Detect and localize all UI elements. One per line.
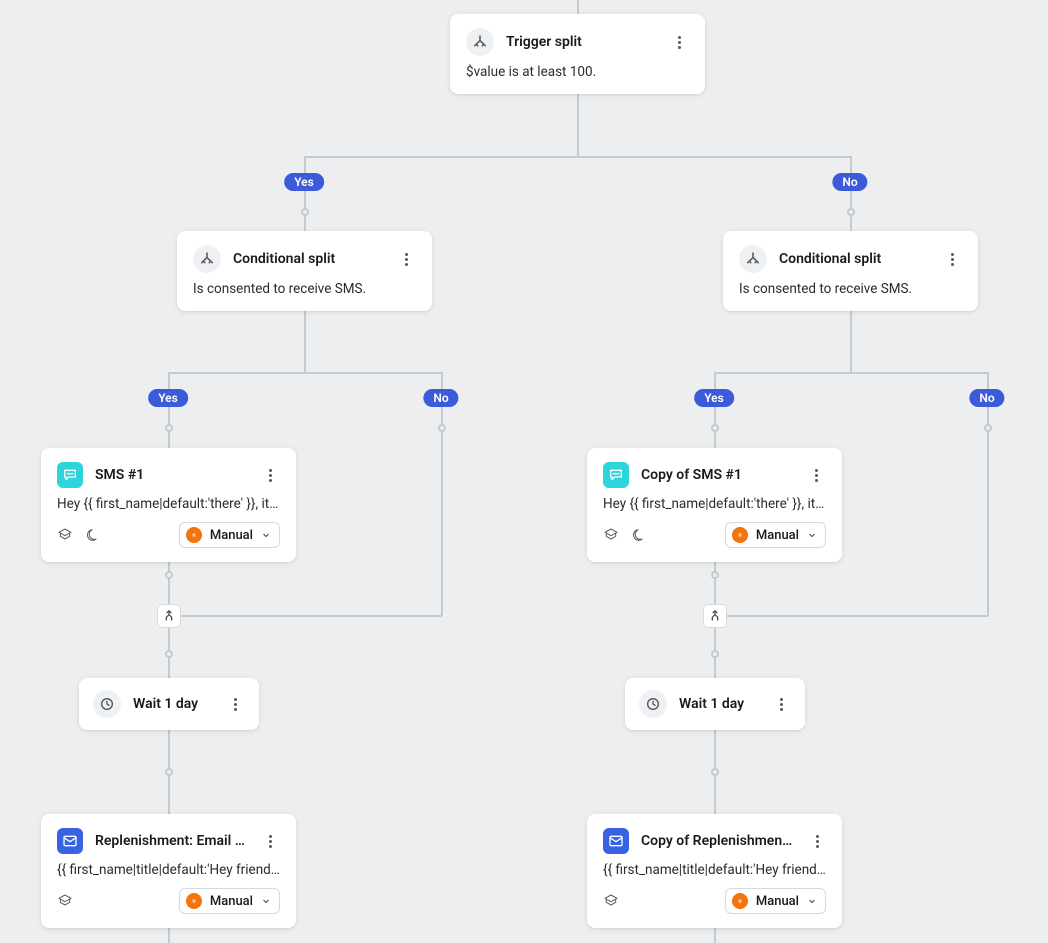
node-menu-button[interactable] xyxy=(809,831,826,851)
node-menu-button[interactable] xyxy=(260,831,280,851)
node-menu-button[interactable] xyxy=(806,465,826,485)
node-desc: Is consented to receive SMS. xyxy=(739,281,962,297)
branch-pill-no: No xyxy=(423,389,458,407)
status-dropdown[interactable]: Manual xyxy=(179,522,280,548)
connector-dot xyxy=(165,424,173,432)
connector-dot xyxy=(711,768,719,776)
connector-dot xyxy=(711,424,719,432)
smart-send-icon xyxy=(57,527,73,543)
node-title: Replenishment: Email #1 xyxy=(95,833,248,849)
node-desc: {{ first_name|title|default:'Hey friend'… xyxy=(603,862,826,878)
branch-pill-yes: Yes xyxy=(284,173,324,191)
status-dot-icon xyxy=(732,893,748,909)
connector-dot xyxy=(711,650,719,658)
branch-pill-yes: Yes xyxy=(148,389,188,407)
node-menu-button[interactable] xyxy=(225,694,245,714)
connector-dot xyxy=(165,571,173,579)
node-desc: {{ first_name|title|default:'Hey friend'… xyxy=(57,862,280,878)
connector-dot xyxy=(984,424,992,432)
split-icon xyxy=(739,245,767,273)
chevron-down-icon xyxy=(261,896,271,906)
node-title: Conditional split xyxy=(779,251,930,267)
node-title: Conditional split xyxy=(233,251,384,267)
node-title: SMS #1 xyxy=(95,467,248,483)
sms-icon xyxy=(603,462,629,488)
branch-pill-no: No xyxy=(969,389,1004,407)
sms-icon xyxy=(57,462,83,488)
chevron-down-icon xyxy=(807,896,817,906)
status-dropdown[interactable]: Manual xyxy=(725,888,826,914)
node-desc: $value is at least 100. xyxy=(466,64,689,80)
node-menu-button[interactable] xyxy=(771,694,791,714)
merge-node[interactable] xyxy=(703,604,727,628)
clock-icon xyxy=(93,690,121,718)
mail-icon xyxy=(603,828,629,854)
chevron-down-icon xyxy=(807,530,817,540)
smart-send-icon xyxy=(603,893,619,909)
node-desc: Is consented to receive SMS. xyxy=(193,281,416,297)
smart-send-icon xyxy=(603,527,619,543)
node-title: Copy of SMS #1 xyxy=(641,467,794,483)
quiet-hours-icon xyxy=(629,527,645,543)
chevron-down-icon xyxy=(261,530,271,540)
node-wait[interactable]: Wait 1 day xyxy=(625,678,805,730)
merge-icon xyxy=(707,608,723,624)
connector-dot xyxy=(438,424,446,432)
smart-send-icon xyxy=(57,893,73,909)
node-sms[interactable]: Copy of SMS #1 Hey {{ first_name|default… xyxy=(587,448,842,562)
status-dropdown[interactable]: Manual xyxy=(179,888,280,914)
status-dot-icon xyxy=(186,527,202,543)
node-title: Copy of Replenishment: Em… xyxy=(641,833,797,849)
connector-dot xyxy=(711,571,719,579)
node-desc: Hey {{ first_name|default:'there' }}, it… xyxy=(603,496,826,512)
split-icon xyxy=(193,245,221,273)
node-title: Trigger split xyxy=(506,34,657,50)
connector-dot xyxy=(165,768,173,776)
clock-icon xyxy=(639,690,667,718)
flow-canvas[interactable]: Yes No Yes No Yes No Trigger split $valu… xyxy=(0,0,1048,943)
node-menu-button[interactable] xyxy=(260,465,280,485)
node-conditional-split[interactable]: Conditional split Is consented to receiv… xyxy=(723,231,978,311)
node-menu-button[interactable] xyxy=(669,32,689,52)
node-email[interactable]: Replenishment: Email #1 {{ first_name|ti… xyxy=(41,814,296,928)
connector-dot xyxy=(165,650,173,658)
merge-icon xyxy=(161,608,177,624)
status-label: Manual xyxy=(210,528,253,543)
node-desc: Hey {{ first_name|default:'there' }}, it… xyxy=(57,496,280,512)
status-label: Manual xyxy=(210,894,253,909)
node-menu-button[interactable] xyxy=(396,249,416,269)
node-conditional-split[interactable]: Conditional split Is consented to receiv… xyxy=(177,231,432,311)
node-menu-button[interactable] xyxy=(942,249,962,269)
node-sms[interactable]: SMS #1 Hey {{ first_name|default:'there'… xyxy=(41,448,296,562)
node-title: Wait 1 day xyxy=(133,696,213,712)
node-title: Wait 1 day xyxy=(679,696,759,712)
status-label: Manual xyxy=(756,894,799,909)
split-icon xyxy=(466,28,494,56)
quiet-hours-icon xyxy=(83,527,99,543)
status-dot-icon xyxy=(186,893,202,909)
node-wait[interactable]: Wait 1 day xyxy=(79,678,259,730)
status-label: Manual xyxy=(756,528,799,543)
connector-dot xyxy=(301,208,309,216)
node-email[interactable]: Copy of Replenishment: Em… {{ first_name… xyxy=(587,814,842,928)
mail-icon xyxy=(57,828,83,854)
status-dropdown[interactable]: Manual xyxy=(725,522,826,548)
status-dot-icon xyxy=(732,527,748,543)
branch-pill-yes: Yes xyxy=(694,389,734,407)
connector-dot xyxy=(847,208,855,216)
node-trigger-split[interactable]: Trigger split $value is at least 100. xyxy=(450,14,705,94)
merge-node[interactable] xyxy=(157,604,181,628)
branch-pill-no: No xyxy=(832,173,867,191)
